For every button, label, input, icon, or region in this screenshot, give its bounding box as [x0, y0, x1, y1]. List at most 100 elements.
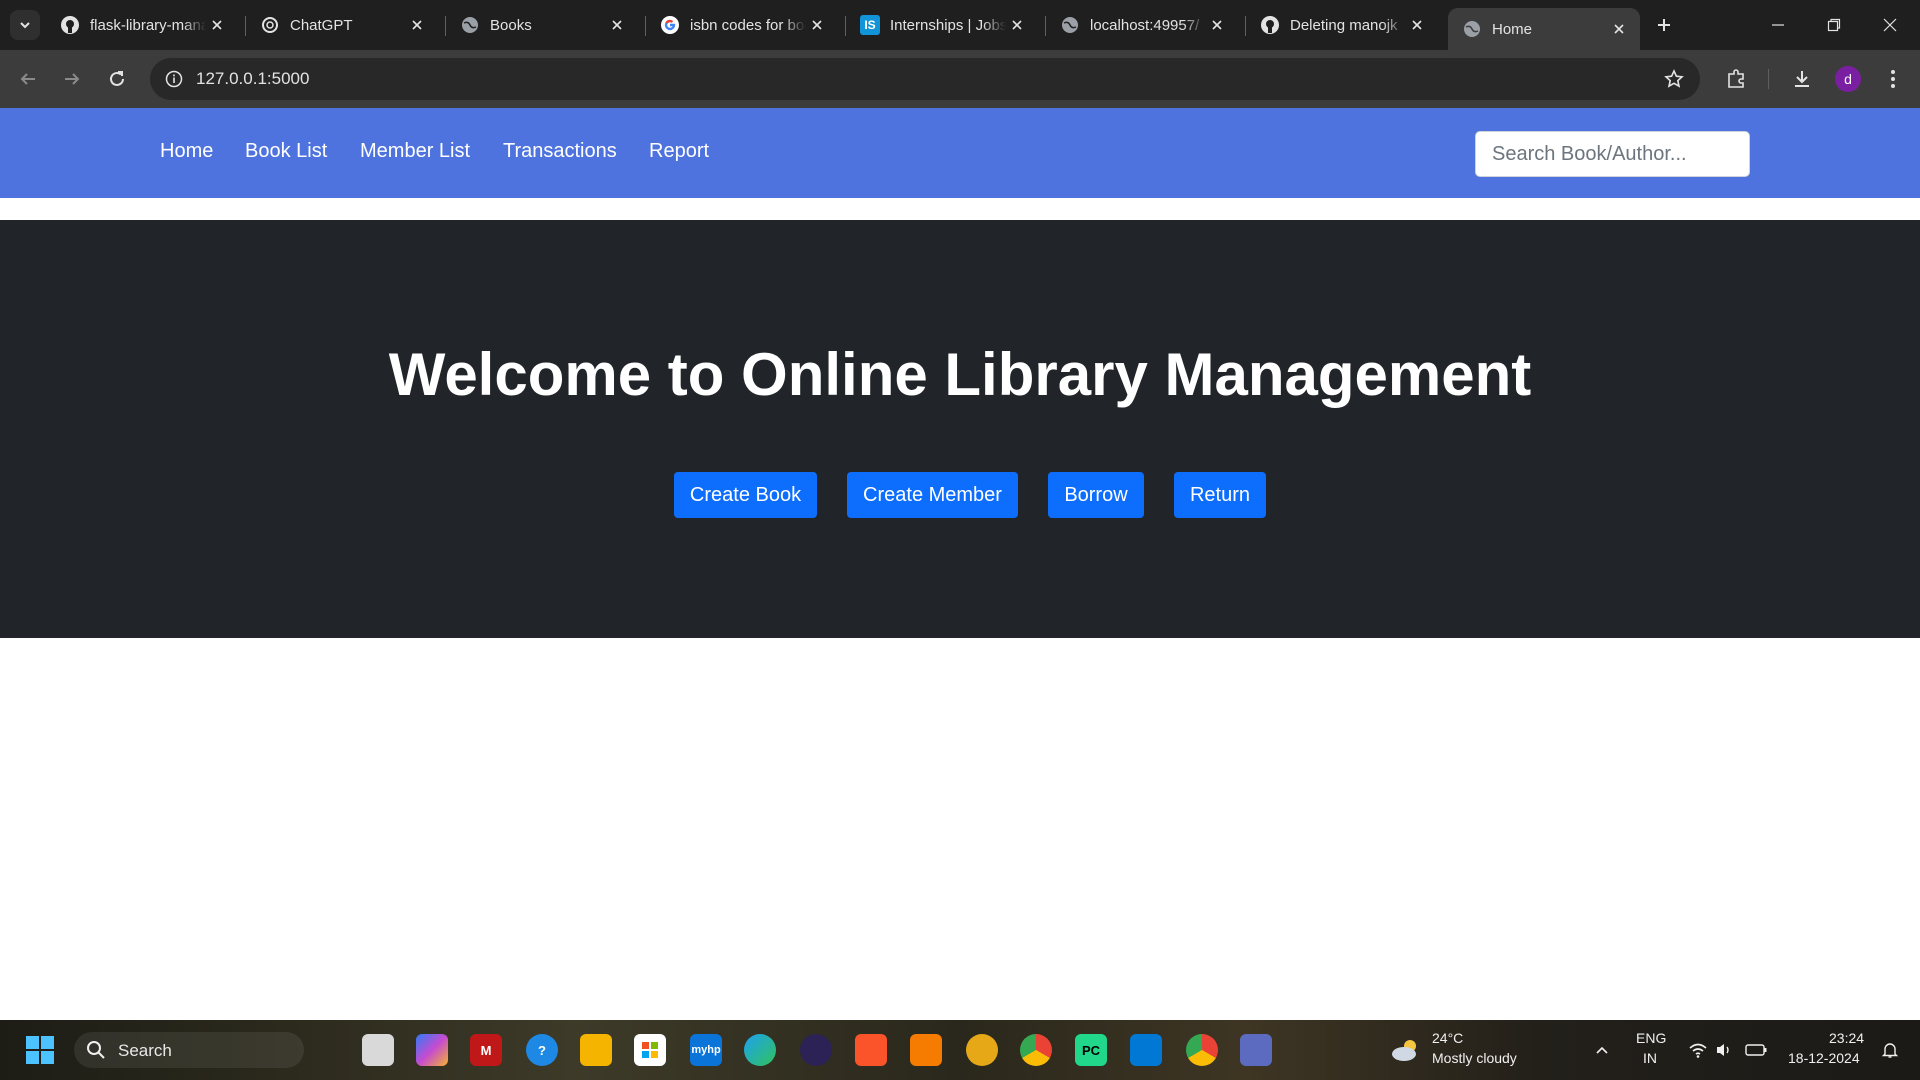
weather-cloud-icon[interactable]: [1390, 1034, 1422, 1066]
browser-tab-strip: flask-library-management ChatGPT Books i…: [0, 0, 1920, 50]
browser-tab[interactable]: IS Internships | Jobs: [846, 8, 1038, 42]
bookmark-star-icon[interactable]: [1662, 67, 1686, 91]
url-text[interactable]: 127.0.0.1:5000: [196, 69, 309, 89]
close-icon[interactable]: [1406, 14, 1428, 36]
info-icon[interactable]: [162, 67, 186, 91]
close-icon[interactable]: [406, 14, 428, 36]
browser-tab[interactable]: flask-library-management: [46, 8, 238, 42]
pycharm-icon[interactable]: PC: [1075, 1034, 1107, 1066]
reload-icon: [110, 71, 124, 86]
browser-toolbar: 127.0.0.1:5000 d: [0, 50, 1920, 108]
brave-icon[interactable]: [855, 1034, 887, 1066]
menu-kebab-icon[interactable]: [1878, 64, 1908, 94]
mcafee-icon[interactable]: M: [470, 1034, 502, 1066]
close-icon[interactable]: [1206, 14, 1228, 36]
borrow-button[interactable]: Borrow: [1048, 472, 1144, 518]
internshala-icon: IS: [860, 15, 880, 35]
file-explorer-icon[interactable]: [580, 1034, 612, 1066]
browser-tab[interactable]: ChatGPT: [246, 8, 438, 42]
microsoft-store-icon[interactable]: [634, 1034, 666, 1066]
restore-icon: [1827, 18, 1841, 32]
region-code[interactable]: IN: [1643, 1050, 1657, 1066]
tab-title: Internships | Jobs: [890, 16, 1006, 34]
new-tab-button[interactable]: [1650, 11, 1678, 39]
close-window-button[interactable]: [1862, 0, 1918, 50]
plus-icon: [1658, 19, 1670, 31]
tab-title: Books: [490, 16, 532, 34]
copilot-icon[interactable]: [416, 1034, 448, 1066]
chevron-down-icon: [20, 22, 30, 29]
tab-title: flask-library-management: [90, 16, 206, 34]
language-code[interactable]: ENG: [1636, 1030, 1666, 1046]
browser-tab[interactable]: Deleting manojk: [1246, 8, 1438, 42]
vscode-icon[interactable]: [1130, 1034, 1162, 1066]
globe-icon: [1462, 19, 1482, 39]
download-icon[interactable]: [1787, 64, 1817, 94]
nav-link-home[interactable]: Home: [160, 140, 213, 163]
create-book-button[interactable]: Create Book: [674, 472, 817, 518]
eclipse-icon[interactable]: [800, 1034, 832, 1066]
nav-link-book-list[interactable]: Book List: [245, 140, 327, 163]
search-icon: [87, 1041, 105, 1059]
reload-button[interactable]: [102, 64, 132, 94]
windows-taskbar: Search M ? myhp PC 24°C Mostly cloudy EN…: [0, 1020, 1920, 1080]
github-icon: [1260, 15, 1280, 35]
close-icon[interactable]: [806, 14, 828, 36]
google-icon: [660, 15, 680, 35]
taskbar-search-box[interactable]: Search: [74, 1032, 304, 1068]
task-view-icon[interactable]: [362, 1034, 394, 1066]
myhp-icon[interactable]: myhp: [690, 1034, 722, 1066]
edge-icon[interactable]: [744, 1034, 776, 1066]
tab-title: Home: [1492, 20, 1533, 38]
extensions-icon[interactable]: [1721, 64, 1751, 94]
back-button[interactable]: [13, 64, 43, 94]
tab-title: ChatGPT: [290, 16, 353, 34]
snipping-tool-icon[interactable]: [1240, 1034, 1272, 1066]
address-bar[interactable]: 127.0.0.1:5000: [150, 58, 1700, 100]
volume-icon[interactable]: [1708, 1034, 1740, 1066]
browser-tab[interactable]: isbn codes for books: [646, 8, 838, 42]
minimize-icon: [1772, 24, 1784, 26]
browser-tab[interactable]: Books: [446, 8, 638, 42]
create-member-button[interactable]: Create Member: [847, 472, 1018, 518]
nav-link-transactions[interactable]: Transactions: [503, 140, 617, 163]
close-icon[interactable]: [1006, 14, 1028, 36]
browser-tab[interactable]: localhost:49957/: [1046, 8, 1238, 42]
globe-icon: [1060, 15, 1080, 35]
chrome-profile-icon[interactable]: [1186, 1034, 1218, 1066]
weather-temp: 24°C: [1432, 1030, 1464, 1046]
return-button[interactable]: Return: [1174, 472, 1266, 518]
forward-button[interactable]: [57, 64, 87, 94]
close-icon[interactable]: [1608, 18, 1630, 40]
app-icon[interactable]: [910, 1034, 942, 1066]
globe-icon: [460, 15, 480, 35]
profile-avatar[interactable]: d: [1835, 66, 1861, 92]
site-navbar: Home Book List Member List Transactions …: [0, 108, 1920, 198]
browser-tab-active[interactable]: Home: [1448, 8, 1640, 50]
weather-desc: Mostly cloudy: [1432, 1050, 1517, 1066]
windows-start-icon[interactable]: [24, 1034, 56, 1066]
clock-time[interactable]: 23:24: [1829, 1030, 1864, 1046]
minimize-button[interactable]: [1750, 0, 1806, 50]
close-icon[interactable]: [206, 14, 228, 36]
page-title: Welcome to Online Library Management: [388, 341, 1532, 408]
hero-section: Welcome to Online Library Management Cre…: [0, 220, 1920, 638]
clock-date[interactable]: 18-12-2024: [1788, 1050, 1860, 1066]
tab-title: localhost:49957/: [1090, 16, 1200, 34]
medal-icon[interactable]: [966, 1034, 998, 1066]
notification-bell-icon[interactable]: [1874, 1034, 1906, 1066]
battery-icon[interactable]: [1740, 1034, 1772, 1066]
close-icon[interactable]: [606, 14, 628, 36]
nav-link-report[interactable]: Report: [649, 140, 709, 163]
tab-search-button[interactable]: [10, 10, 40, 40]
toolbar-separator: [1768, 69, 1769, 89]
search-input[interactable]: [1475, 131, 1750, 177]
help-icon[interactable]: ?: [526, 1034, 558, 1066]
arrow-right-icon: [65, 73, 80, 85]
close-icon: [1883, 18, 1897, 32]
restore-button[interactable]: [1806, 0, 1862, 50]
github-icon: [60, 15, 80, 35]
chrome-icon[interactable]: [1020, 1034, 1052, 1066]
nav-link-member-list[interactable]: Member List: [360, 140, 470, 163]
chevron-up-icon[interactable]: [1586, 1034, 1618, 1066]
